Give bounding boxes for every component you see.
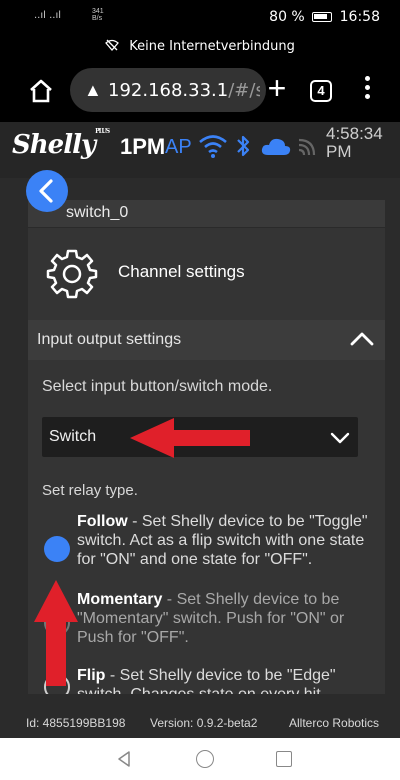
bluetooth-icon — [237, 135, 250, 157]
warning-icon[interactable]: ▲ — [84, 80, 102, 101]
chevron-left-icon — [39, 179, 53, 203]
io-settings-header[interactable]: Input output settings — [28, 320, 385, 360]
back-button[interactable] — [26, 170, 68, 212]
option-momentary[interactable]: Momentary - Set Shelly device to be "Mom… — [77, 590, 377, 647]
annotation-arrow-left — [130, 418, 250, 458]
switch-name: switch_0 — [66, 204, 129, 221]
device-time: 4:58:34 PM — [326, 124, 383, 161]
status-right: 80 % 16:58 — [269, 9, 380, 25]
vendor: Allterco Robotics — [289, 716, 380, 730]
system-navbar — [0, 738, 400, 780]
brand-logo: ShellyPLUS — [12, 128, 110, 160]
mqtt-icon — [298, 138, 316, 156]
network-speed: 341 B/s — [92, 8, 104, 22]
chevron-up-icon[interactable] — [350, 330, 374, 346]
no-internet-banner: Keine Internetverbindung — [0, 34, 400, 60]
page-title: Channel settings — [118, 262, 245, 281]
annotation-arrow-up — [34, 580, 78, 686]
model-name: 1PM — [120, 134, 166, 159]
option-flip[interactable]: Flip - Set Shelly device to be "Edge" sw… — [77, 666, 377, 694]
more-menu-icon[interactable] — [362, 76, 372, 103]
status-time: 16:58 — [339, 9, 380, 25]
home-icon[interactable] — [28, 78, 54, 104]
cloud-icon — [261, 138, 291, 155]
no-wifi-icon — [105, 39, 129, 54]
nav-home-icon[interactable] — [196, 750, 214, 768]
select-value: Switch — [49, 428, 97, 445]
footer: Id: 4855199BB198 Version: 0.9.2-beta2 Al… — [0, 694, 400, 738]
firmware-version: Version: 0.9.2-beta2 — [150, 716, 258, 730]
gear-icon — [46, 249, 98, 299]
signal-icon: ..ıl ..ıl — [34, 10, 62, 21]
battery-icon — [312, 12, 333, 22]
nav-back-icon[interactable] — [117, 750, 131, 768]
relay-type-label: Set relay type. — [42, 482, 138, 499]
tab-switcher-button[interactable]: 4 — [310, 80, 332, 102]
status-bar: ..ıl ..ıl 341 B/s 80 % 16:58 — [0, 0, 400, 34]
new-tab-button[interactable]: + — [262, 70, 292, 107]
url-text[interactable]: 192.168.33.1/#/s — [108, 80, 260, 101]
address-bar[interactable]: ▲ 192.168.33.1/#/s — [70, 68, 266, 112]
option-follow[interactable]: Follow - Set Shelly device to be "Toggle… — [77, 512, 377, 569]
browser-toolbar: ▲ 192.168.33.1/#/s + 4 — [0, 60, 400, 122]
chevron-down-icon — [330, 432, 350, 444]
device-id: Id: 4855199BB198 — [26, 716, 126, 730]
nav-recents-icon[interactable] — [276, 751, 292, 767]
mode-label: Select input button/switch mode. — [42, 378, 273, 395]
section-title: Input output settings — [37, 331, 182, 348]
channel-settings-card: switch_0 Channel settings Input output s… — [28, 200, 385, 694]
wifi-icon — [199, 135, 227, 158]
battery-percent: 80 % — [269, 9, 305, 25]
radio-follow[interactable] — [44, 536, 70, 562]
ap-label: AP — [165, 136, 192, 158]
card-header: switch_0 — [28, 200, 385, 228]
